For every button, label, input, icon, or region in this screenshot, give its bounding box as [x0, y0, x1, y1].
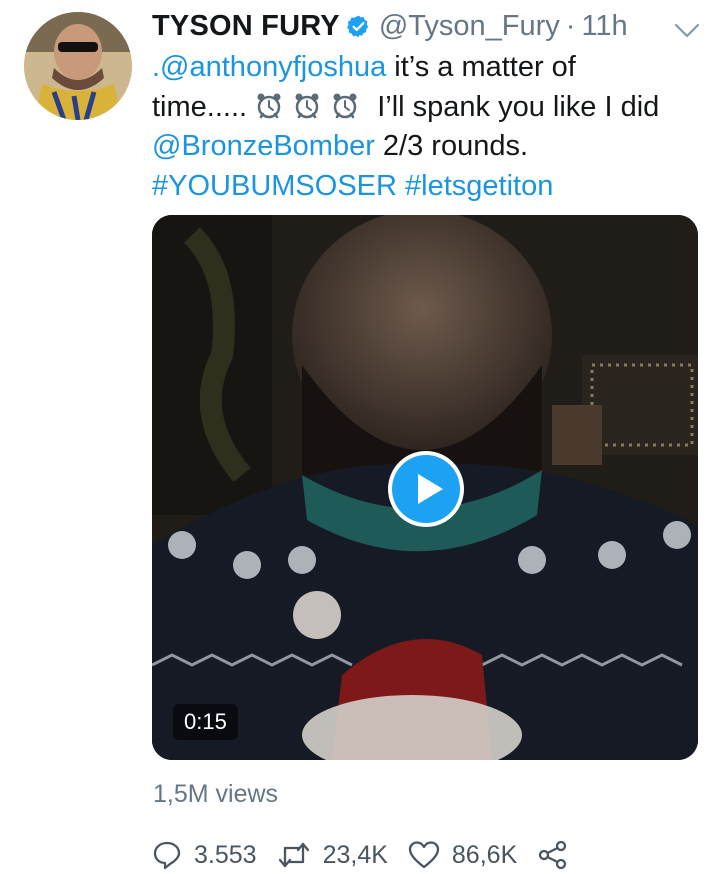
tweet-line-2-end: I’ll spank you like I did [369, 90, 660, 123]
tweet-line-4: #YOUBUMSOSER #letsgetiton [152, 167, 702, 207]
mention-bronzebomber[interactable]: @BronzeBomber [152, 130, 375, 162]
mention-anthonyfjoshua[interactable]: .@anthonyfjoshua [152, 51, 386, 83]
hashtag-youbumsoser[interactable]: #YOUBUMSOSER [152, 170, 397, 202]
time-separator: · [565, 9, 576, 42]
tweet-body: TYSON FURY @Tyson_Fury · 11h .@anthonyfj… [152, 6, 702, 206]
tweet-time[interactable]: 11h [581, 10, 627, 43]
alarm-clock-icon [331, 92, 359, 120]
avatar-image [24, 12, 132, 120]
hashtag-letsgetiton[interactable]: #letsgetiton [405, 170, 553, 202]
share-icon [539, 840, 567, 870]
retweet-count: 23,4K [322, 840, 388, 869]
action-bar: 3.553 23,4K 86,6K [152, 836, 601, 874]
author-name[interactable]: TYSON FURY [152, 10, 340, 43]
view-count: 1,5M views [153, 780, 279, 808]
avatar[interactable] [24, 12, 132, 120]
verified-icon [346, 14, 371, 39]
tweet-text: .@anthonyfjoshua it’s a matter of time..… [152, 48, 702, 206]
alarm-clock-icon [293, 92, 321, 120]
tweet-line-2-start: time..... [152, 90, 248, 123]
like-count: 86,6K [451, 840, 518, 869]
chevron-down-icon[interactable] [672, 16, 702, 38]
tweet-line-1: .@anthonyfjoshua it’s a matter of [152, 48, 702, 88]
alarm-clock-icon [255, 92, 283, 120]
tweet-line-2: time..... I’ll spank you like I did [152, 88, 702, 128]
like-icon [408, 841, 440, 869]
retweet-button[interactable]: 23,4K [277, 840, 388, 870]
tweet-line-3-text: 2/3 rounds. [374, 130, 529, 162]
video-duration: 0:15 [173, 704, 238, 740]
reply-icon [153, 841, 181, 870]
reply-count: 3.553 [194, 840, 257, 869]
play-button[interactable] [385, 448, 467, 530]
like-button[interactable]: 86,6K [408, 840, 517, 870]
tweet-line-3: @BronzeBomber 2/3 rounds. [152, 127, 702, 167]
retweet-icon [278, 842, 309, 868]
reply-button[interactable]: 3.553 [152, 840, 257, 870]
share-button[interactable] [537, 840, 581, 870]
author-handle[interactable]: @Tyson_Fury [379, 10, 560, 43]
play-icon [388, 451, 464, 527]
tweet-header: TYSON FURY @Tyson_Fury · 11h [152, 6, 702, 46]
tweet-line-1-text: it’s a matter of [386, 51, 576, 83]
